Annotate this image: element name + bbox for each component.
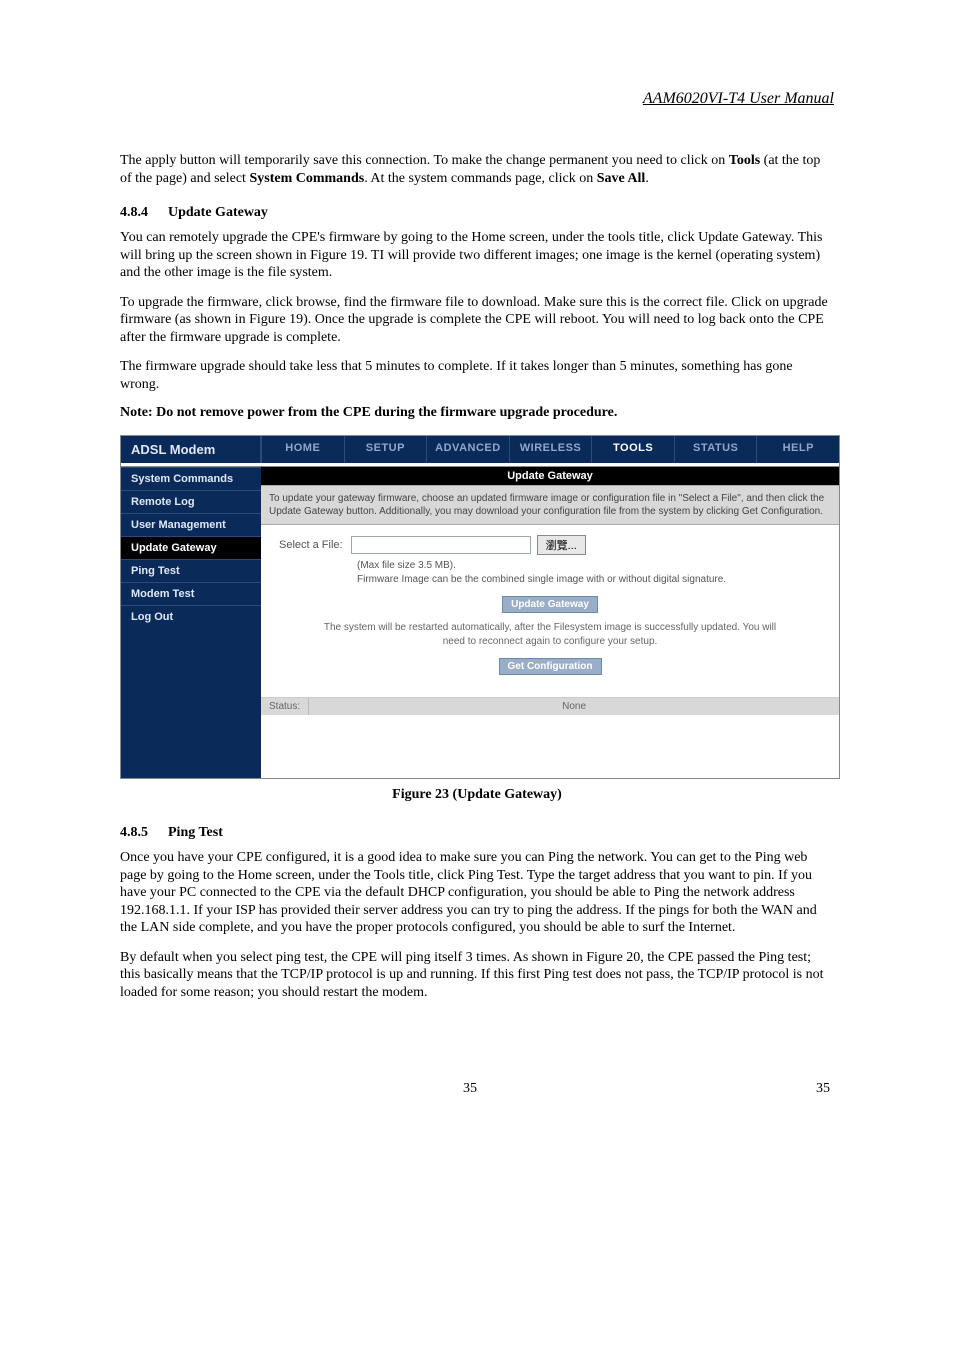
tab-advanced[interactable]: ADVANCED xyxy=(426,436,509,463)
restart-notice: The system will be restarted automatical… xyxy=(279,621,821,648)
section-4-8-4-title: Update Gateway xyxy=(168,205,268,220)
section-4-8-5-title: Ping Test xyxy=(168,825,223,840)
intro-bold-saveall: Save All xyxy=(597,171,646,186)
sidebar-item-ping-test[interactable]: Ping Test xyxy=(121,559,261,582)
intro-text-1: The apply button will temporarily save t… xyxy=(120,153,729,168)
panel-title: Update Gateway xyxy=(261,467,839,485)
p485-2: By default when you select ping test, th… xyxy=(120,949,834,1002)
status-value: None xyxy=(309,698,839,715)
status-label: Status: xyxy=(261,698,309,715)
sidebar-item-system-commands[interactable]: System Commands xyxy=(121,467,261,490)
modem-screenshot: ADSL Modem HOME SETUP ADVANCED WIRELESS … xyxy=(120,435,840,779)
browse-button[interactable]: 瀏覽... xyxy=(537,535,586,555)
intro-period: . xyxy=(645,171,649,186)
firmware-note: Note: Do not remove power from the CPE d… xyxy=(120,405,834,421)
tab-wireless[interactable]: WIRELESS xyxy=(509,436,592,463)
p484-3: The firmware upgrade should take less th… xyxy=(120,358,834,393)
page-number-right: 35 xyxy=(816,1081,830,1097)
sidebar-item-remote-log[interactable]: Remote Log xyxy=(121,490,261,513)
section-4-8-5-num: 4.8.5 xyxy=(120,825,148,841)
tab-home[interactable]: HOME xyxy=(261,436,344,463)
sidebar-item-user-management[interactable]: User Management xyxy=(121,513,261,536)
intro-text-3: . At the system commands page, click on xyxy=(364,171,597,186)
p484-2: To upgrade the firmware, click browse, f… xyxy=(120,294,834,347)
get-configuration-button[interactable]: Get Configuration xyxy=(499,658,602,675)
section-4-8-4-heading: 4.8.4 Update Gateway xyxy=(120,205,834,221)
tab-setup[interactable]: SETUP xyxy=(344,436,427,463)
update-gateway-button[interactable]: Update Gateway xyxy=(502,596,598,613)
manual-title: AAM6020VI-T4 User Manual xyxy=(120,90,834,108)
p484-1: You can remotely upgrade the CPE's firmw… xyxy=(120,229,834,282)
tab-help[interactable]: HELP xyxy=(756,436,839,463)
sidebar-item-update-gateway[interactable]: Update Gateway xyxy=(121,536,261,559)
section-4-8-4-num: 4.8.4 xyxy=(120,205,148,221)
figure-23-caption: Figure 23 (Update Gateway) xyxy=(120,787,834,803)
p485-1: Once you have your CPE configured, it is… xyxy=(120,849,834,937)
sidebar-item-log-out[interactable]: Log Out xyxy=(121,605,261,628)
page-number-center: 35 xyxy=(463,1081,477,1097)
select-file-label: Select a File: xyxy=(279,539,343,551)
modem-brand: ADSL Modem xyxy=(121,436,261,463)
hint-max-size: (Max file size 3.5 MB). xyxy=(357,559,821,573)
intro-paragraph: The apply button will temporarily save t… xyxy=(120,152,834,187)
tab-tools[interactable]: TOOLS xyxy=(591,436,674,463)
section-4-8-5-heading: 4.8.5 Ping Test xyxy=(120,825,834,841)
sidebar-item-modem-test[interactable]: Modem Test xyxy=(121,582,261,605)
file-path-input[interactable] xyxy=(351,536,531,554)
intro-bold-syscmd: System Commands xyxy=(249,171,364,186)
panel-description: To update your gateway firmware, choose … xyxy=(261,485,839,525)
page-footer: 35 35 xyxy=(120,1081,834,1097)
tab-status[interactable]: STATUS xyxy=(674,436,757,463)
hint-image-desc: Firmware Image can be the combined singl… xyxy=(357,573,821,587)
intro-bold-tools: Tools xyxy=(729,153,760,168)
